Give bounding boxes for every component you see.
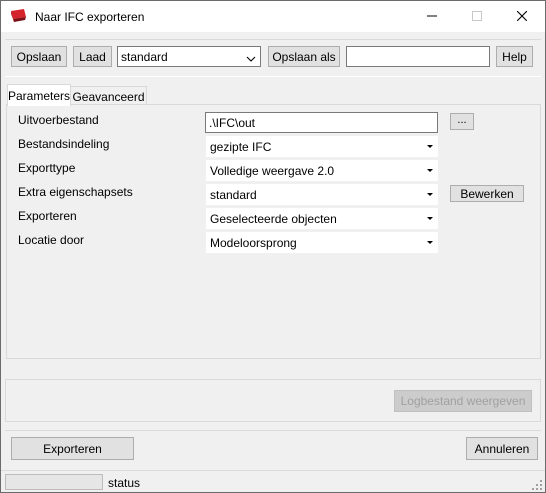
status-progress-bar xyxy=(5,474,103,490)
export-button[interactable]: Exporteren xyxy=(11,437,134,460)
export-label: Exporteren xyxy=(18,209,77,223)
ifc-export-dialog: Naar IFC exporteren Opslaan Laad standar… xyxy=(0,0,546,493)
dropdown-arrow-icon xyxy=(427,145,433,148)
export-type-value: Volledige weergave 2.0 xyxy=(210,164,335,178)
show-log-button[interactable]: Logbestand weergeven xyxy=(394,390,532,412)
property-sets-value: standard xyxy=(210,188,257,202)
maximize-icon xyxy=(472,10,482,24)
chevron-down-icon xyxy=(246,52,256,66)
property-sets-label: Extra eigenschapsets xyxy=(18,185,133,199)
status-bar: status xyxy=(1,470,545,492)
maximize-button[interactable] xyxy=(454,1,500,32)
cancel-button[interactable]: Annuleren xyxy=(466,437,538,460)
window-title: Naar IFC exporteren xyxy=(35,10,145,24)
property-sets-select[interactable]: standard xyxy=(206,184,438,205)
resize-grip-icon[interactable] xyxy=(532,479,542,490)
parameters-panel: Uitvoerbestand .\IFC\out ... Bestandsind… xyxy=(6,104,541,359)
preset-value: standard xyxy=(121,50,168,64)
edit-property-sets-button[interactable]: Bewerken xyxy=(450,185,524,202)
location-select[interactable]: Modeloorsprong xyxy=(206,232,438,253)
output-file-label: Uitvoerbestand xyxy=(18,113,99,127)
app-logo-icon xyxy=(10,9,27,23)
close-button[interactable] xyxy=(499,1,545,32)
export-type-select[interactable]: Volledige weergave 2.0 xyxy=(206,160,438,181)
browse-button[interactable]: ... xyxy=(450,113,474,130)
save-as-name-input[interactable] xyxy=(346,46,490,67)
output-file-input[interactable]: .\IFC\out xyxy=(205,112,438,133)
dropdown-arrow-icon xyxy=(427,217,433,220)
export-scope-select[interactable]: Geselecteerde objecten xyxy=(206,208,438,229)
export-type-label: Exporttype xyxy=(18,161,76,175)
location-label: Locatie door xyxy=(18,233,85,247)
preset-select[interactable]: standard xyxy=(117,46,261,67)
location-value: Modeloorsprong xyxy=(210,236,297,250)
save-button[interactable]: Opslaan xyxy=(11,46,67,67)
file-format-label: Bestandsindeling xyxy=(18,137,110,151)
dropdown-arrow-icon xyxy=(427,241,433,244)
file-format-value: gezipte IFC xyxy=(210,140,272,154)
help-button[interactable]: Help xyxy=(496,46,533,67)
dropdown-arrow-icon xyxy=(427,169,433,172)
title-bar[interactable]: Naar IFC exporteren xyxy=(1,1,545,32)
load-button[interactable]: Laad xyxy=(73,46,112,67)
save-as-button[interactable]: Opslaan als xyxy=(268,46,340,67)
status-text: status xyxy=(108,476,141,490)
export-scope-value: Geselecteerde objecten xyxy=(210,212,337,226)
tab-parameters[interactable]: Parameters xyxy=(7,84,71,106)
minimize-button[interactable] xyxy=(409,1,455,32)
close-icon xyxy=(516,10,528,24)
file-format-select[interactable]: gezipte IFC xyxy=(206,136,438,157)
minimize-icon xyxy=(427,10,437,24)
output-file-value: .\IFC\out xyxy=(209,116,256,130)
tab-advanced[interactable]: Geavanceerd xyxy=(70,86,147,106)
dropdown-arrow-icon xyxy=(427,193,433,196)
